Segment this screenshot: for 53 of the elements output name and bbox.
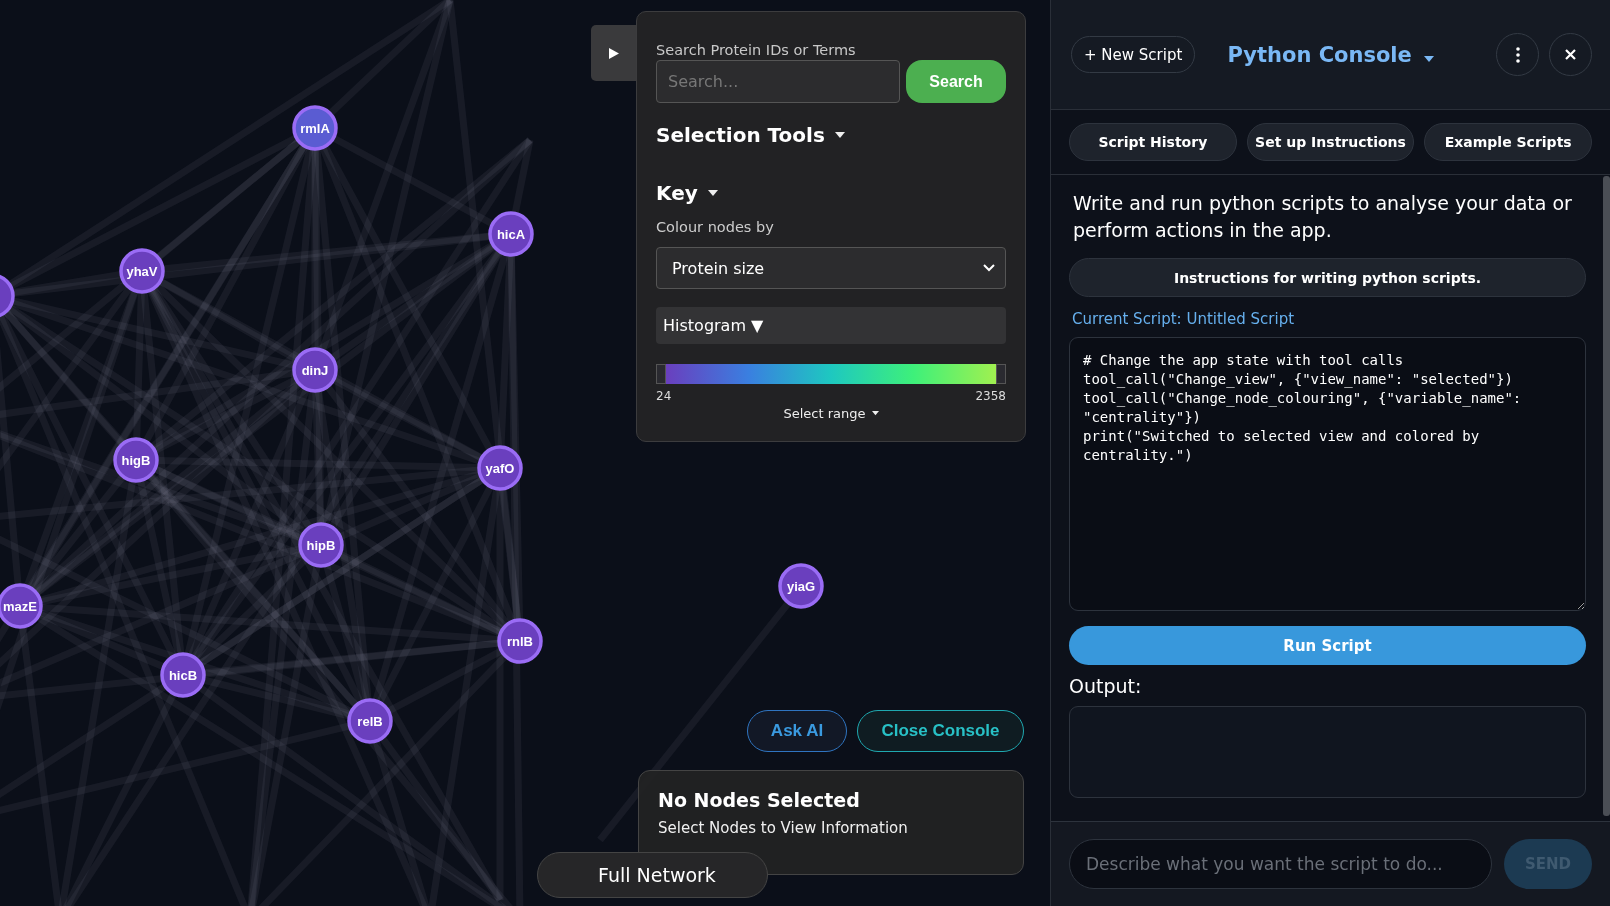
network-node[interactable]: hicA bbox=[488, 211, 534, 257]
range-handle[interactable] bbox=[996, 364, 1006, 384]
search-label: Search Protein IDs or Terms bbox=[656, 42, 857, 58]
triangle-icon bbox=[609, 47, 619, 59]
ask-ai-button[interactable]: Ask AI bbox=[747, 710, 847, 752]
panel-toggle-button[interactable] bbox=[591, 25, 637, 81]
network-node[interactable]: rnlB bbox=[497, 618, 543, 664]
prompt-field[interactable]: Describe what you want the script to do... bbox=[1069, 839, 1492, 889]
console-title[interactable]: Python Console bbox=[1227, 42, 1412, 67]
caret-icon bbox=[707, 190, 718, 196]
info-text: Select Nodes to View Information bbox=[658, 819, 909, 837]
intro-text: Write and run python scripts to analyse your data or perform actions in the app. bbox=[1073, 191, 1573, 243]
search-field[interactable]: Search... bbox=[656, 60, 900, 103]
section-heading[interactable]: Selection Tools bbox=[656, 123, 825, 147]
network-node[interactable]: yiaG bbox=[778, 563, 824, 609]
code-editor[interactable]: # Change the app state with tool calls tool_call("Change_view", {"view_name": "selected"}) tool_call("Change_node_colouring", {"variable_name": "centrality"}) print("Switched to selected view and colored by centrality.") bbox=[1069, 337, 1586, 611]
scrollbar[interactable] bbox=[1603, 176, 1610, 816]
colour-select[interactable]: Protein size bbox=[656, 247, 1006, 289]
info-title: No Nodes Selected bbox=[658, 789, 861, 811]
more-icon bbox=[1515, 46, 1520, 63]
network-node[interactable]: hicB bbox=[160, 652, 206, 698]
console-tab[interactable]: Set up Instructions bbox=[1246, 123, 1415, 161]
network-node[interactable]: dinJ bbox=[292, 347, 338, 393]
close-icon bbox=[1565, 49, 1576, 60]
histogram-toggle[interactable]: Histogram ▼ bbox=[656, 307, 1006, 344]
network-node[interactable]: relB bbox=[347, 698, 393, 744]
network-node[interactable]: yafO bbox=[477, 445, 523, 491]
console-tab[interactable]: Example Scripts bbox=[1424, 123, 1592, 161]
colour-label: Colour nodes by bbox=[656, 219, 775, 235]
network-node[interactable]: mazE bbox=[0, 583, 43, 629]
chevron-down-icon bbox=[983, 264, 995, 272]
instructions-button[interactable]: Instructions for writing python scripts. bbox=[1069, 258, 1586, 297]
close-console-button[interactable]: Close Console bbox=[857, 710, 1024, 752]
range-min-label: 24 bbox=[656, 389, 672, 403]
network-node[interactable]: yhaV bbox=[119, 248, 165, 294]
network-node[interactable]: rmlA bbox=[292, 105, 338, 151]
current-script-label: Current Script: Untitled Script bbox=[1072, 310, 1296, 328]
network-node[interactable] bbox=[0, 273, 15, 319]
full-network-button[interactable]: Full Network bbox=[537, 852, 768, 898]
select-range-toggle[interactable]: Select range bbox=[783, 406, 866, 421]
console-tab[interactable]: Script History bbox=[1069, 123, 1237, 161]
new-script-button[interactable]: + New Script bbox=[1071, 36, 1196, 73]
section-heading[interactable]: Key bbox=[656, 181, 698, 205]
caret-icon bbox=[834, 132, 845, 138]
range-handle[interactable] bbox=[656, 364, 666, 384]
output-label: Output: bbox=[1069, 675, 1143, 697]
range-max-label: 2358 bbox=[975, 389, 1006, 403]
close-button[interactable] bbox=[1549, 33, 1592, 76]
network-node[interactable]: hipB bbox=[298, 522, 344, 568]
caret-icon bbox=[1423, 55, 1434, 62]
network-node[interactable]: higB bbox=[113, 437, 159, 483]
caret-icon bbox=[871, 411, 879, 416]
more-button[interactable] bbox=[1496, 33, 1539, 76]
